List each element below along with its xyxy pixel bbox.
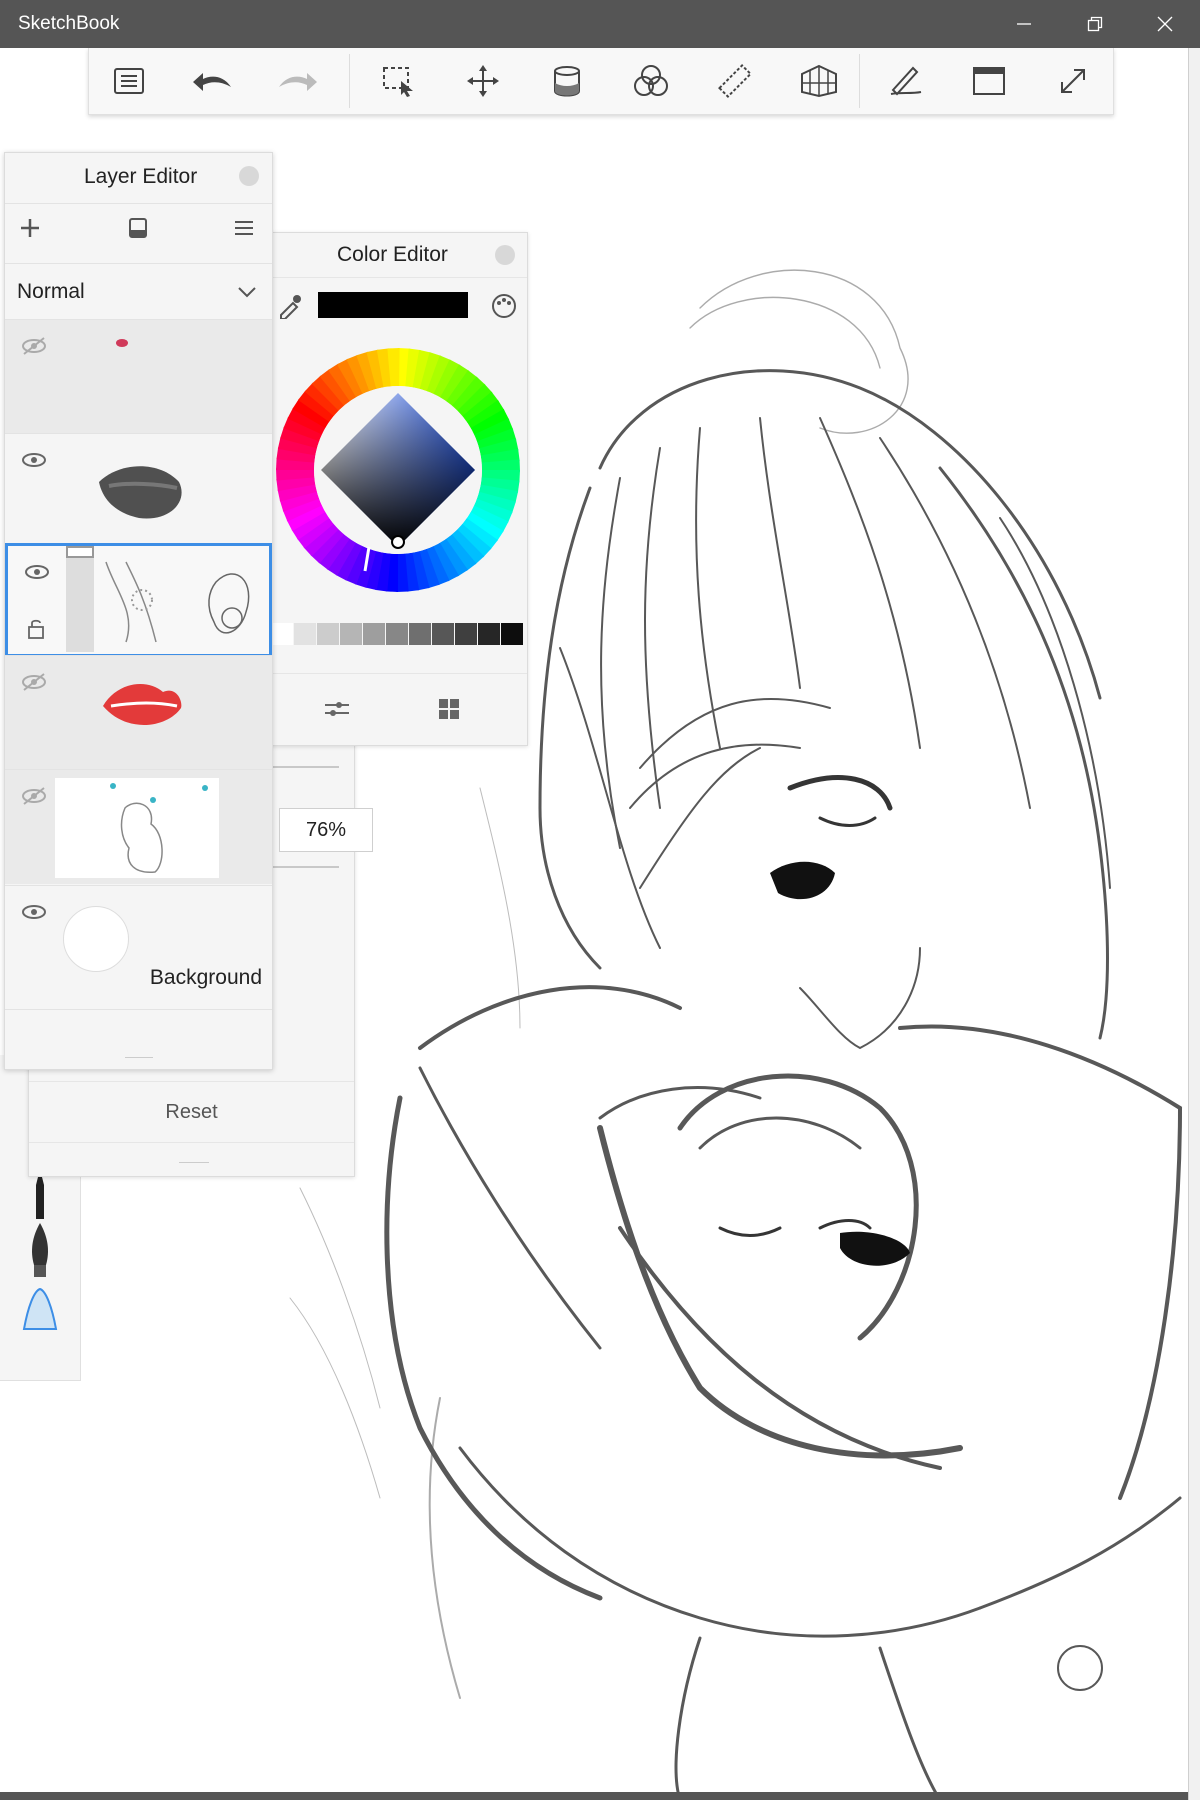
canvas-scroll-edge (1188, 48, 1200, 1800)
layer-row-selected[interactable] (5, 543, 272, 657)
color-wheel[interactable] (273, 345, 523, 600)
layer-eraser-icon[interactable] (127, 216, 149, 245)
title-bar: SketchBook (0, 0, 1200, 48)
size-slider[interactable] (269, 766, 339, 768)
gray-swatch-row (271, 623, 524, 645)
gray-swatch[interactable] (294, 623, 316, 645)
color-editor-close-dot[interactable] (495, 245, 515, 265)
color-editor-panel: Color Editor (270, 232, 528, 746)
eyedropper-icon[interactable] (277, 293, 303, 324)
gray-swatch[interactable] (409, 623, 431, 645)
layer-row[interactable] (5, 769, 272, 884)
bottom-bar (0, 1792, 1188, 1800)
pen-stroke-icon[interactable] (881, 58, 929, 104)
panel-grip[interactable] (125, 1057, 153, 1058)
layer-thumbnail (116, 339, 128, 347)
layer-thumbnail (103, 683, 182, 726)
gray-swatch[interactable] (455, 623, 477, 645)
layer-editor-panel: Layer Editor Normal Background (4, 152, 273, 1070)
gray-swatch[interactable] (340, 623, 362, 645)
current-color-swatch[interactable] (318, 292, 468, 318)
gray-swatch[interactable] (501, 623, 523, 645)
chevron-down-icon (238, 287, 256, 298)
layer-menu-icon[interactable] (233, 218, 255, 243)
layer-row[interactable] (5, 655, 272, 770)
fill-bucket-icon[interactable] (543, 58, 591, 104)
ruler-icon[interactable] (711, 58, 759, 104)
window-icon[interactable] (965, 58, 1013, 104)
close-icon (1157, 16, 1173, 32)
redo-icon[interactable] (273, 58, 321, 104)
layer-lock-icon[interactable] (26, 618, 46, 640)
background-layer-label: Background (149, 966, 262, 989)
main-toolbar (88, 48, 1114, 115)
blend-mode-value: Normal (17, 280, 85, 303)
eye-visible-icon[interactable] (20, 450, 48, 470)
add-layer-icon[interactable] (19, 217, 41, 244)
eye-visible-icon[interactable] (23, 562, 51, 582)
eye-hidden-icon[interactable] (20, 672, 48, 692)
ink-pen-brush[interactable] (26, 1221, 54, 1284)
gray-swatch[interactable] (432, 623, 454, 645)
layer-row-background[interactable]: Background (5, 885, 272, 1000)
layer-thumbnail (55, 778, 219, 878)
undo-icon[interactable] (189, 58, 237, 104)
gray-swatch[interactable] (478, 623, 500, 645)
layer-thumbnail (63, 906, 129, 972)
gray-swatch[interactable] (317, 623, 339, 645)
gray-swatch[interactable] (386, 623, 408, 645)
layer-editor-title: Layer Editor (84, 165, 198, 188)
eye-visible-icon[interactable] (20, 902, 48, 922)
color-editor-title: Color Editor (337, 243, 448, 266)
minimize-button[interactable] (990, 0, 1058, 48)
menu-icon[interactable] (105, 58, 153, 104)
layer-thumbnail (105, 561, 250, 643)
perspective-grid-icon[interactable] (795, 58, 843, 104)
eye-hidden-icon[interactable] (20, 336, 48, 356)
layer-opacity-bar[interactable] (66, 546, 94, 652)
layer-thumbnail (99, 466, 182, 519)
gray-swatch[interactable] (271, 623, 293, 645)
layer-row[interactable] (5, 433, 272, 548)
transform-move-icon[interactable] (459, 58, 507, 104)
color-sliders-icon[interactable] (323, 697, 351, 726)
blend-mode-select[interactable]: Normal (5, 263, 272, 320)
minimize-icon (1017, 23, 1031, 25)
opacity-value[interactable]: 76% (279, 808, 373, 852)
restore-button[interactable] (1061, 0, 1129, 48)
gray-swatch[interactable] (363, 623, 385, 645)
layer-editor-close-dot[interactable] (239, 166, 259, 186)
layer-opacity-handle[interactable] (66, 546, 94, 558)
layer-row[interactable] (5, 319, 272, 434)
color-circles-icon[interactable] (627, 58, 675, 104)
panel-grip[interactable] (179, 1162, 209, 1163)
color-palette-icon[interactable] (491, 293, 517, 324)
color-grid-icon[interactable] (437, 697, 461, 726)
fullscreen-icon[interactable] (1049, 58, 1097, 104)
selection-icon[interactable] (375, 58, 423, 104)
eye-hidden-icon[interactable] (20, 786, 48, 806)
close-button[interactable] (1131, 0, 1199, 48)
app-title: SketchBook (18, 13, 120, 34)
reset-button[interactable]: Reset (29, 1081, 354, 1143)
airbrush-brush[interactable] (20, 1287, 60, 1336)
restore-icon (1087, 16, 1103, 32)
opacity-slider[interactable] (269, 866, 339, 868)
